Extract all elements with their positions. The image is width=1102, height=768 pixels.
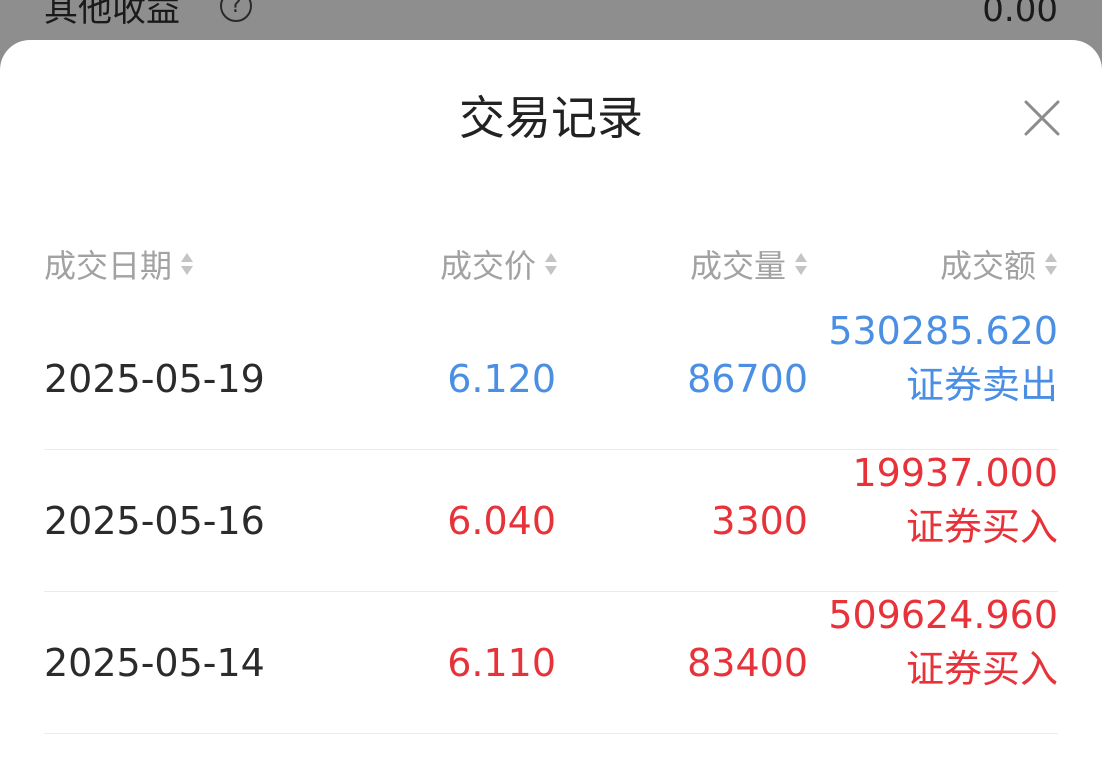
header-trade-amount-label: 成交额 — [939, 247, 1036, 285]
trade-amount: 530285.620 — [828, 309, 1058, 353]
trade-price: 6.040 — [447, 499, 556, 543]
header-trade-date-label: 成交日期 — [44, 247, 173, 285]
close-button[interactable] — [1022, 98, 1062, 138]
header-trade-price[interactable]: 成交价 — [440, 242, 558, 286]
other-income-label: 其他收益 — [44, 0, 180, 30]
sheet-title: 交易记录 — [459, 91, 643, 145]
header-trade-date[interactable]: 成交日期 — [44, 242, 194, 286]
background-row: 其他收益 ? 0.00 — [0, 0, 1102, 40]
trade-type: 证券卖出 — [905, 363, 1058, 407]
sort-icon — [795, 253, 807, 275]
sort-icon — [1045, 253, 1057, 275]
header-trade-volume[interactable]: 成交量 — [690, 242, 808, 286]
trade-type: 证券买入 — [905, 505, 1058, 549]
trade-volume: 86700 — [687, 357, 808, 401]
table-row[interactable]: 2025-05-14 6.110 83400 509624.960 证券买入 — [44, 592, 1058, 734]
help-circle-icon[interactable]: ? — [220, 0, 252, 22]
trade-date: 2025-05-14 — [44, 641, 265, 685]
trade-price: 6.110 — [447, 641, 556, 685]
sort-icon — [545, 253, 557, 275]
trade-amount: 509624.960 — [828, 593, 1058, 637]
other-income-value: 0.00 — [982, 0, 1058, 30]
header-trade-volume-label: 成交量 — [689, 247, 786, 285]
trade-date: 2025-05-16 — [44, 499, 265, 543]
trade-date: 2025-05-19 — [44, 357, 265, 401]
close-icon — [1024, 100, 1060, 136]
sort-icon — [181, 253, 194, 275]
table-row[interactable]: 2025-05-19 6.120 86700 530285.620 证券卖出 — [44, 308, 1058, 450]
table-row[interactable]: 2025-05-16 6.040 3300 19937.000 证券买入 — [44, 450, 1058, 592]
trade-volume: 3300 — [711, 499, 808, 543]
trade-price: 6.120 — [447, 357, 556, 401]
header-trade-price-label: 成交价 — [439, 247, 536, 285]
header-trade-amount[interactable]: 成交额 — [940, 242, 1058, 286]
transaction-records-sheet: 交易记录 成交日期 成交价 成交量 成交额 2025-05-19 6.120 8… — [0, 40, 1102, 768]
trade-type: 证券买入 — [905, 647, 1058, 691]
trade-volume: 83400 — [687, 641, 808, 685]
trade-amount: 19937.000 — [852, 451, 1059, 495]
